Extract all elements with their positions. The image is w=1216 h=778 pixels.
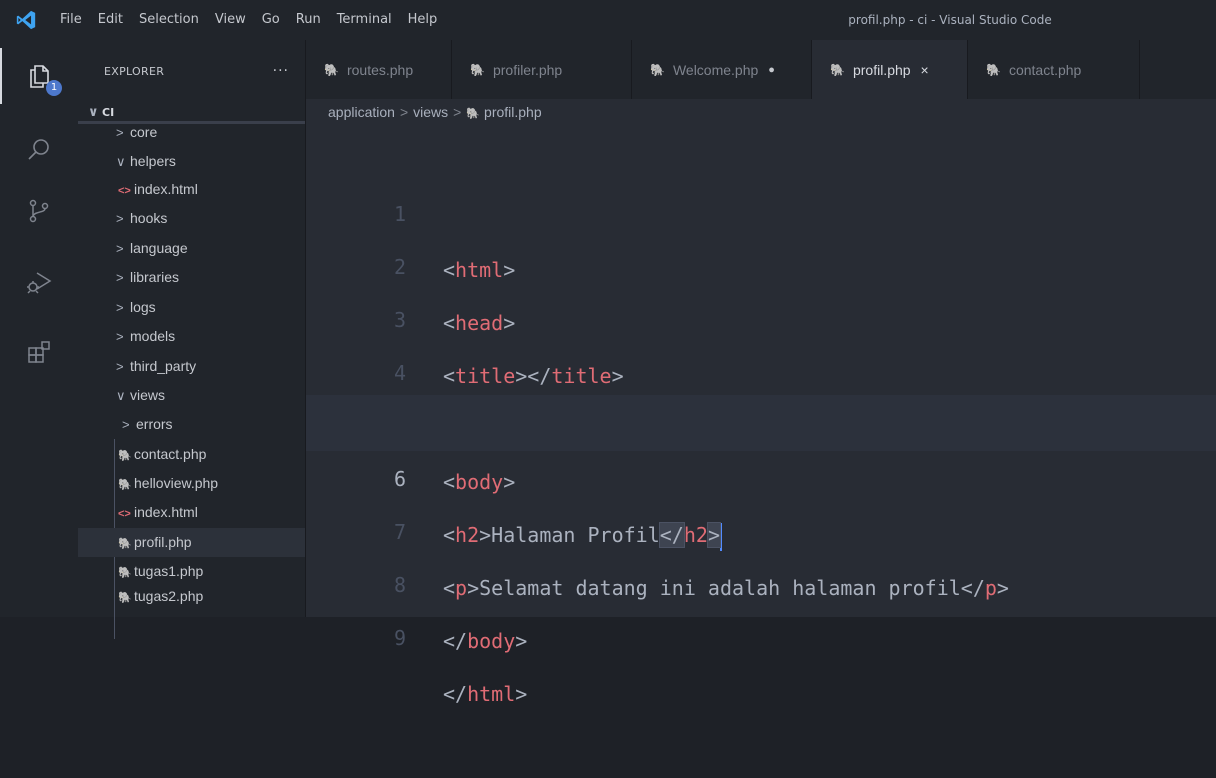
code-line: 7 <p>Selamat datang ini adalah halaman p… <box>306 448 1216 600</box>
tab-profiler-php[interactable]: 🐘 profiler.php <box>452 40 632 99</box>
activity-bar: 1 <box>0 40 78 617</box>
explorer-header: EXPLORER ··· <box>78 40 305 102</box>
tab-profil-php[interactable]: 🐘 profil.php × <box>812 40 968 99</box>
menu-terminal[interactable]: Terminal <box>329 0 400 40</box>
chevron-down-icon: ∨ <box>116 388 126 403</box>
window-title: profil.php - ci - Visual Studio Code <box>848 13 1052 27</box>
close-icon[interactable]: × <box>921 62 929 78</box>
php-file-icon: 🐘 <box>324 62 339 77</box>
php-file-icon: 🐘 <box>118 479 132 491</box>
chevron-right-icon: > <box>116 211 124 226</box>
tree-folder-language[interactable]: > language <box>78 234 305 263</box>
explorer-sidebar: EXPLORER ··· ∨ CI > core ∨ helpers <> index.… <box>78 40 306 639</box>
tree-folder-hooks[interactable]: > hooks <box>78 204 305 233</box>
title-bar: File Edit Selection View Go Run Terminal… <box>0 0 1216 40</box>
tab-contact-php[interactable]: 🐘 contact.php <box>968 40 1140 99</box>
php-file-icon: 🐘 <box>830 62 845 77</box>
run-debug-activity-button[interactable] <box>0 254 78 310</box>
tree-file-index-html[interactable]: <> index.html <box>78 498 305 527</box>
source-control-activity-button[interactable] <box>0 183 78 239</box>
menu-selection[interactable]: Selection <box>131 0 207 40</box>
code-line: 8 </body> <box>306 501 1216 653</box>
breadcrumb-file[interactable]: profil.php <box>484 104 542 120</box>
code-line-current: 6 <h2>Halaman Profil</h2> <box>306 395 1216 551</box>
breadcrumb-views[interactable]: views <box>413 104 448 120</box>
breadcrumb: application > views > 🐘 profil.php <box>306 99 1216 125</box>
code-line: 5 <body> <box>306 342 1216 494</box>
chevron-right-icon: > <box>116 359 124 374</box>
vscode-logo-icon <box>0 0 52 40</box>
tree-folder-views[interactable]: ∨ views <box>78 381 305 410</box>
html-file-icon: <> <box>118 508 131 520</box>
tree-folder-helpers[interactable]: ∨ helpers <box>78 147 305 176</box>
tab-routes-php[interactable]: 🐘 routes.php <box>306 40 452 99</box>
line-number: 9 <box>393 626 406 650</box>
chevron-right-icon: > <box>116 270 124 285</box>
explorer-activity-button[interactable]: 1 <box>0 48 78 104</box>
php-file-icon: 🐘 <box>118 450 132 462</box>
explorer-more-actions-button[interactable]: ··· <box>273 63 289 79</box>
chevron-right-icon: > <box>399 104 409 120</box>
chevron-right-icon: > <box>453 104 462 120</box>
tree-folder-logs[interactable]: > logs <box>78 293 305 322</box>
search-icon <box>26 137 52 163</box>
menu-run[interactable]: Run <box>288 0 329 40</box>
menu-help[interactable]: Help <box>400 0 446 40</box>
chevron-right-icon: > <box>116 300 124 315</box>
explorer-badge: 1 <box>46 80 62 96</box>
code-line: 1 <html> <box>306 130 1216 282</box>
tree-file-tugas2-php[interactable]: 🐘 tugas2.php <box>78 583 305 605</box>
menu-edit[interactable]: Edit <box>90 0 131 40</box>
tree-folder-models[interactable]: > models <box>78 322 305 351</box>
debug-icon <box>25 268 53 296</box>
menu-go[interactable]: Go <box>254 0 288 40</box>
tree-folder-errors[interactable]: > errors <box>78 410 305 439</box>
breadcrumb-application[interactable]: application <box>328 104 395 120</box>
code-line: 4 </head> <box>306 289 1216 441</box>
php-file-icon: 🐘 <box>470 62 485 77</box>
php-file-icon: 🐘 <box>466 108 481 120</box>
tab-welcome-php[interactable]: 🐘 Welcome.php ● <box>632 40 812 99</box>
menu-bar: File Edit Selection View Go Run Terminal… <box>52 0 445 40</box>
code-line: 9 </html> <box>306 554 1216 706</box>
menu-view[interactable]: View <box>207 0 254 40</box>
html-file-icon: <> <box>118 185 131 197</box>
explorer-title: EXPLORER <box>104 64 165 78</box>
php-file-icon: 🐘 <box>650 62 665 77</box>
tree-file-index-html[interactable]: <> index.html <box>78 175 305 204</box>
source-control-icon <box>26 198 52 224</box>
php-file-icon: 🐘 <box>118 592 132 604</box>
chevron-right-icon: > <box>116 329 124 344</box>
tree-file-helloview-php[interactable]: 🐘 helloview.php <box>78 469 305 498</box>
menu-file[interactable]: File <box>52 0 90 40</box>
search-activity-button[interactable] <box>0 122 78 178</box>
extensions-activity-button[interactable] <box>0 324 78 380</box>
chevron-right-icon: > <box>122 417 130 432</box>
code-line: 2 <head> <box>306 183 1216 335</box>
code-line: 3 <title></title> <box>306 236 1216 388</box>
tree-file-contact-php[interactable]: 🐘 contact.php <box>78 440 305 469</box>
tree-file-tugas1-php[interactable]: 🐘 tugas1.php <box>78 557 305 586</box>
chevron-right-icon: > <box>116 241 124 256</box>
php-file-icon: 🐘 <box>118 538 132 550</box>
chevron-down-icon: ∨ <box>116 154 126 169</box>
tree-file-profil-php[interactable]: 🐘 profil.php <box>78 528 305 557</box>
tree-folder-libraries[interactable]: > libraries <box>78 263 305 292</box>
chevron-right-icon: > <box>116 125 124 140</box>
unsaved-dot-icon[interactable]: ● <box>768 64 775 76</box>
php-file-icon: 🐘 <box>986 62 1001 77</box>
extensions-icon <box>26 339 52 365</box>
tree-folder-third-party[interactable]: > third_party <box>78 352 305 381</box>
tree-folder-core[interactable]: > core <box>78 118 305 147</box>
editor-tabs: 🐘 routes.php 🐘 profiler.php 🐘 Welcome.php ● … <box>306 40 1216 99</box>
code-editor[interactable]: 1 <html> 2 <head> 3 <title></title> 4 </… <box>306 125 1216 706</box>
